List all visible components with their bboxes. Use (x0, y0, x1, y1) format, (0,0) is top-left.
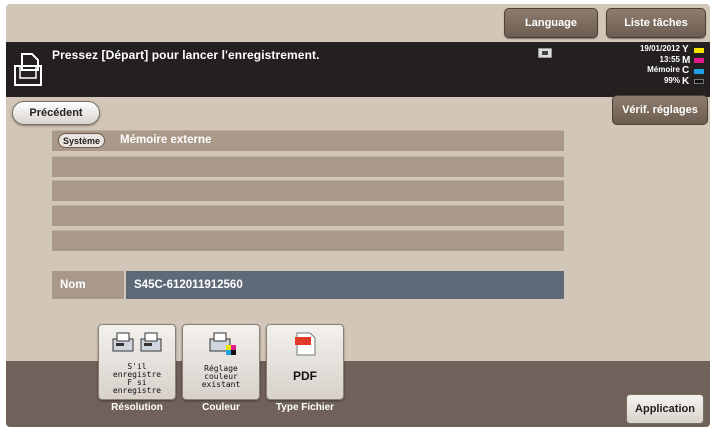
resolution-line: enregistre (112, 386, 162, 395)
copier-panel: Language Liste tâches Pressez [Départ] p… (6, 4, 710, 427)
toner-cyan: C (682, 66, 706, 77)
empty-list-row (52, 180, 564, 201)
status-message: Pressez [Départ] pour lancer l'enregistr… (52, 48, 320, 62)
toner-black-bar (694, 79, 704, 85)
back-button[interactable]: Précédent (12, 101, 100, 125)
toner-magenta-bar (694, 58, 704, 64)
language-button[interactable]: Language (504, 8, 598, 38)
toner-yellow: Y (682, 45, 706, 56)
path-row[interactable]: Système Mémoire externe (52, 130, 564, 151)
empty-list-row (52, 156, 564, 177)
color-icon (209, 332, 236, 355)
color-button[interactable]: Réglage couleur existant (182, 324, 260, 400)
time-text: 13:55 (659, 54, 680, 64)
file-type-label: Type Fichier (275, 402, 335, 413)
usb-memory-icon (538, 48, 552, 58)
date-text: 19/01/2012 (639, 44, 680, 53)
name-field[interactable]: S45C-612011912560 (126, 271, 564, 299)
color-label: Couleur (202, 402, 240, 413)
empty-list-row (52, 230, 564, 251)
memory-label: Mémoire (647, 65, 680, 74)
name-label: Nom (52, 271, 124, 299)
resolution-label: Résolution (111, 402, 163, 413)
pdf-icon (295, 332, 316, 356)
toner-cyan-bar (694, 68, 704, 74)
check-settings-button[interactable]: Vérif. réglages (612, 95, 708, 125)
scan-document-icon (14, 53, 42, 86)
path-text: Mémoire externe (120, 134, 212, 146)
resolution-button[interactable]: S'il enregistre F si enregistre (98, 324, 176, 400)
file-type-button[interactable]: PDF (266, 324, 344, 400)
application-button[interactable]: Application (626, 394, 704, 424)
toner-levels: Y M C K (682, 45, 706, 87)
memory-value: 99% (663, 75, 680, 85)
job-list-button[interactable]: Liste tâches (606, 8, 706, 38)
status-info: 19/01/2012 13:55 Mémoire 99% (640, 44, 680, 86)
empty-list-row (52, 205, 564, 226)
file-type-value: PDF (293, 369, 317, 383)
message-bar: Pressez [Départ] pour lancer l'enregistr… (6, 42, 710, 97)
system-badge: Système (58, 133, 106, 148)
toner-yellow-bar (694, 47, 704, 53)
resolution-icon (112, 332, 162, 352)
toner-black: K (682, 76, 706, 88)
color-line: existant (201, 380, 241, 389)
